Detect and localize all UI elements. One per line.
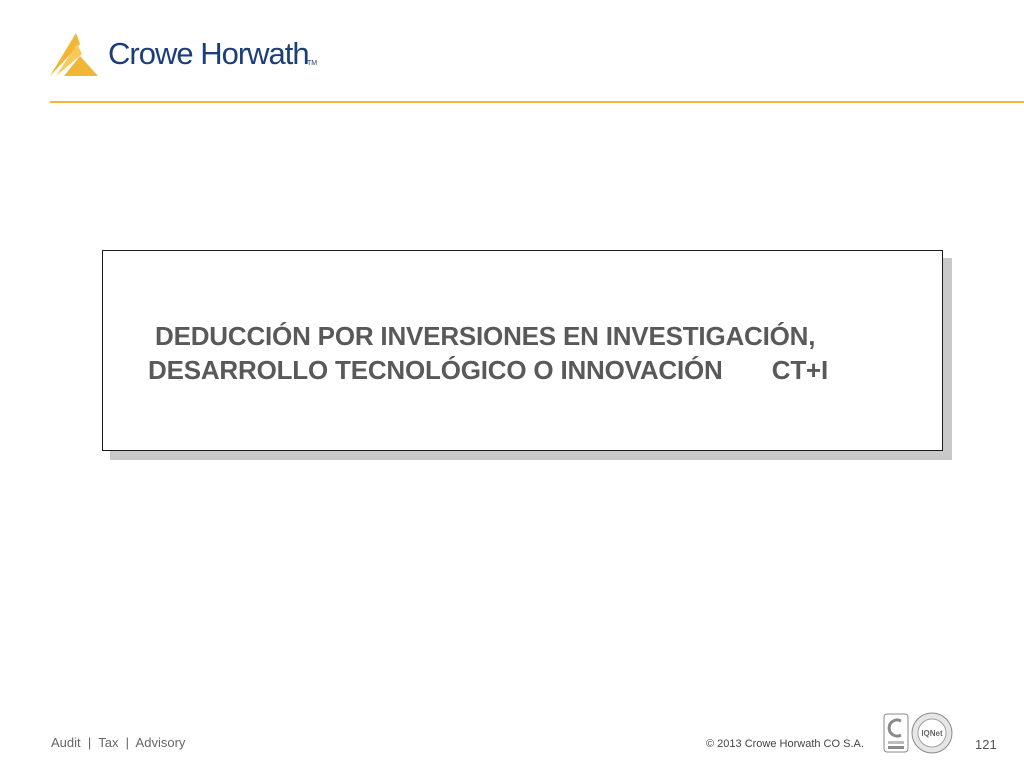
slide-title-line-1: DEDUCCIÓN POR INVERSIONES EN INVESTIGACI… bbox=[155, 321, 816, 351]
title-box: DEDUCCIÓN POR INVERSIONES EN INVESTIGACI… bbox=[102, 250, 943, 451]
crowe-logo-mark-icon bbox=[50, 33, 98, 76]
footer-copyright: © 2013 Crowe Horwath CO S.A. bbox=[706, 738, 864, 750]
logo-trademark: TM bbox=[307, 60, 318, 67]
slide-title-line-2: DESARROLLO TECNOLÓGICO O INNOVACIÓN CT+I bbox=[148, 355, 829, 385]
iso-certification-icon bbox=[883, 713, 909, 753]
footer-tagline: Audit | Tax | Advisory bbox=[51, 735, 186, 750]
iqnet-certification-icon: IQNet bbox=[911, 712, 953, 754]
iqnet-badge-label: IQNet bbox=[921, 729, 943, 738]
page-number: 121 bbox=[975, 737, 997, 752]
header-divider bbox=[50, 101, 1024, 103]
logo-wordmark: Crowe Horwath bbox=[108, 36, 310, 71]
